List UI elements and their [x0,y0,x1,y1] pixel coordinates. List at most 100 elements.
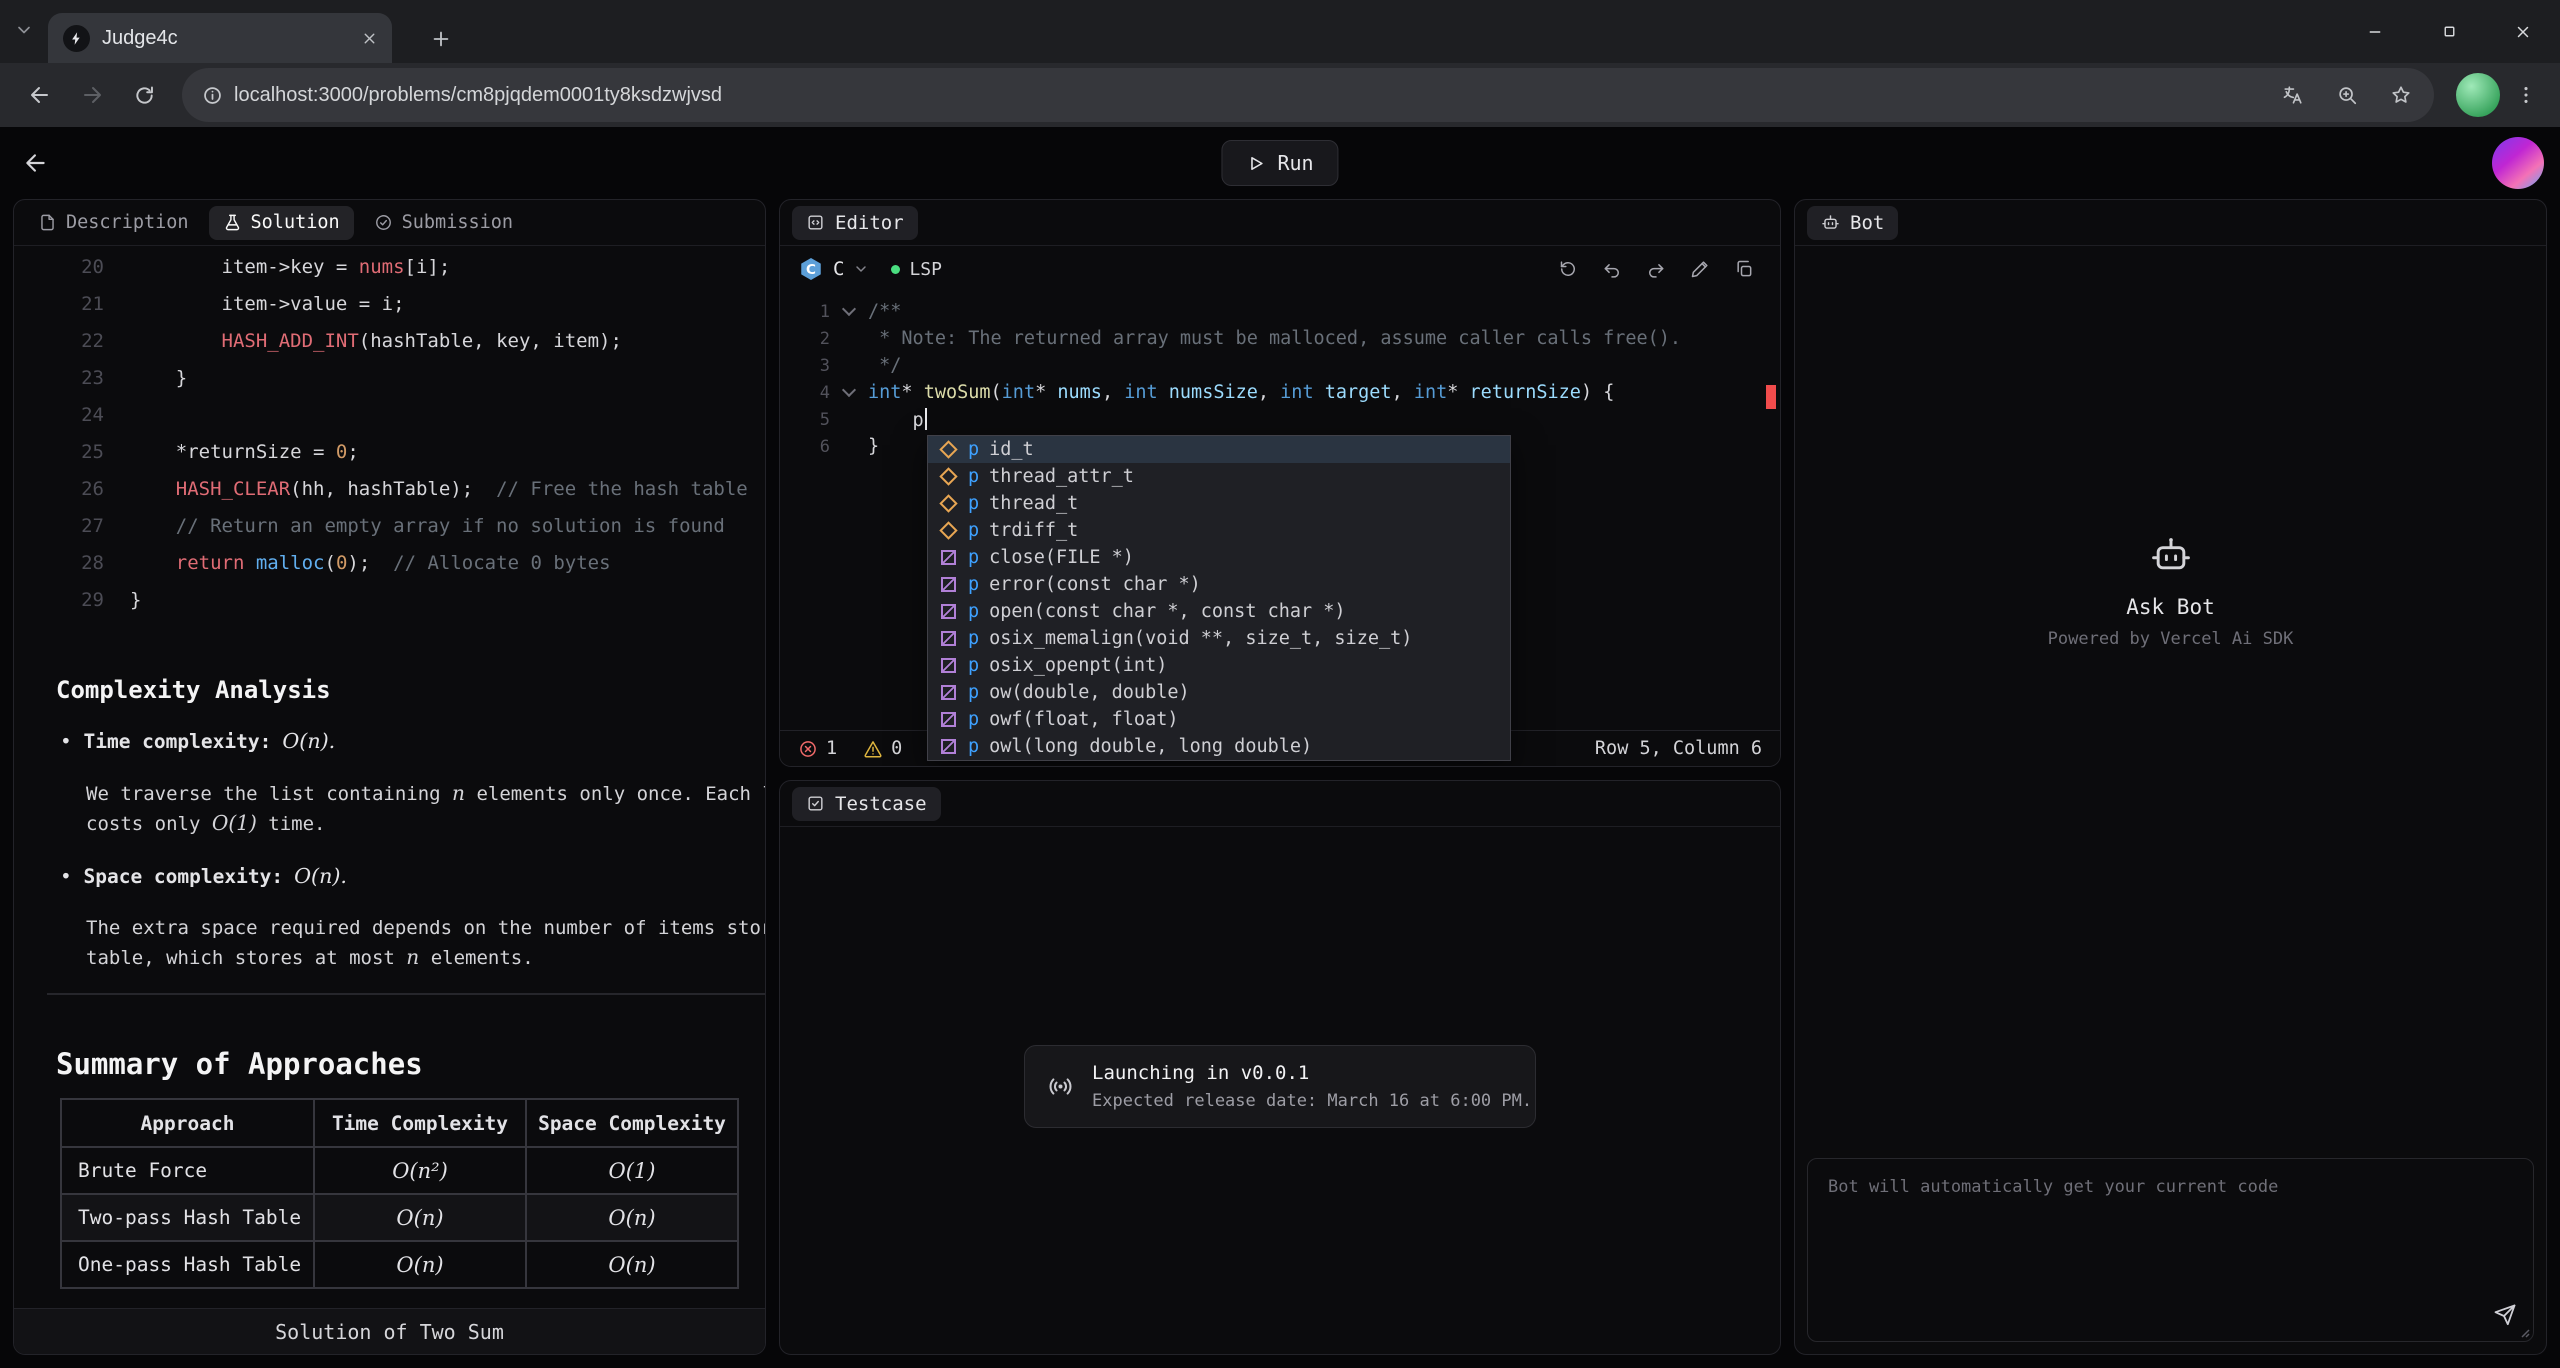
complexity-heading: Complexity Analysis [56,676,765,704]
solution-code-line: 24 [14,396,765,433]
browser-forward-button[interactable] [66,69,118,121]
circle-check-icon [374,213,393,232]
warning-count[interactable]: 0 [863,738,902,759]
new-tab-button[interactable] [424,22,458,56]
bot-large-icon [2149,533,2193,577]
browser-tab[interactable]: Judge4c [48,13,392,63]
error-icon [798,739,818,759]
completion-item[interactable]: posix_openpt(int) [928,652,1510,679]
code-editor-icon [806,213,825,232]
completion-item[interactable]: posix_memalign(void **, size_t, size_t) [928,625,1510,652]
panel-row: Description Solution Submission 20 item-… [0,199,2560,1355]
app-back-button[interactable] [14,141,58,185]
solution-code-line: 22 HASH_ADD_INT(hashTable, key, item); [14,322,765,359]
bot-empty-state: Ask Bot Powered by Vercel Ai SDK [1795,533,2546,649]
browser-toolbar: localhost:3000/problems/cm8pjqdem0001ty8… [0,63,2560,127]
run-label: Run [1277,151,1313,175]
language-selector[interactable]: C C [798,256,869,282]
tab-search-chevron-icon[interactable] [14,20,34,40]
url-text[interactable]: localhost:3000/problems/cm8pjqdem0001ty8… [234,84,722,107]
fold-chevron-icon[interactable] [830,309,868,314]
completion-item[interactable]: pid_t [928,436,1510,463]
site-favicon-icon [63,25,90,52]
editor-code-line[interactable]: 5 p [780,406,1780,433]
user-avatar[interactable] [2492,137,2544,189]
function-symbol-icon [938,710,958,730]
site-info-icon[interactable] [190,73,234,117]
tab-submission[interactable]: Submission [360,206,527,240]
error-count[interactable]: 1 [798,738,837,759]
completion-item[interactable]: ptrdiff_t [928,517,1510,544]
error-count-value: 1 [826,738,837,759]
editor-code-line[interactable]: 4int* twoSum(int* nums, int numsSize, in… [780,379,1780,406]
summary-table-row: Brute ForceO(n²)O(1) [61,1147,738,1194]
col-time-complexity: Time Complexity [314,1099,526,1147]
tab-description[interactable]: Description [24,206,203,240]
resize-grip-icon[interactable] [2517,1325,2531,1339]
send-button[interactable] [2493,1303,2517,1327]
testcase-body: Launching in v0.0.1 Expected release dat… [780,827,1780,1354]
completion-item[interactable]: powl(long double, long double) [928,733,1510,760]
toast-subtitle: Expected release date: March 16 at 6:00 … [1092,1091,1532,1111]
function-symbol-icon [938,575,958,595]
completion-item[interactable]: pclose(FILE *) [928,544,1510,571]
bot-message-input[interactable] [1808,1159,2533,1341]
translate-icon[interactable] [2272,74,2314,116]
undo-icon[interactable] [1594,252,1630,286]
window-controls [2338,0,2560,63]
tab-solution[interactable]: Solution [209,206,354,240]
bot-panel-header: Bot [1795,200,2546,246]
browser-profile-avatar[interactable] [2456,73,2500,117]
bot-input-container [1807,1158,2534,1342]
format-code-icon[interactable] [1682,252,1718,286]
browser-back-button[interactable] [14,69,66,121]
completion-item[interactable]: pow(double, double) [928,679,1510,706]
editor-code-line[interactable]: 1/** [780,298,1780,325]
summary-table-header-row: Approach Time Complexity Space Complexit… [61,1099,738,1147]
tab-close-icon[interactable] [361,30,378,47]
tab-label: Submission [402,212,513,233]
editor-code-line[interactable]: 2 * Note: The returned array must be mal… [780,325,1780,352]
solution-footer: Solution of Two Sum [14,1308,765,1354]
testcase-panel-tab[interactable]: Testcase [792,787,941,821]
completion-item[interactable]: pthread_t [928,490,1510,517]
address-bar[interactable]: localhost:3000/problems/cm8pjqdem0001ty8… [182,68,2434,122]
solution-content: 20 item->key = nums[i];21 item->value = … [14,246,765,1308]
fold-chevron-icon[interactable] [830,390,868,395]
browser-menu-icon[interactable] [2506,73,2546,117]
solution-panel: Description Solution Submission 20 item-… [13,199,766,1355]
solution-code-line: 25 *returnSize = 0; [14,433,765,470]
reset-code-icon[interactable] [1550,252,1586,286]
text-cursor [925,408,927,430]
copy-code-icon[interactable] [1726,252,1762,286]
window-maximize-button[interactable] [2412,0,2486,63]
bookmark-star-icon[interactable] [2380,74,2422,116]
redo-icon[interactable] [1638,252,1674,286]
language-label: C [833,258,844,280]
run-button[interactable]: Run [1221,140,1338,186]
window-minimize-button[interactable] [2338,0,2412,63]
broadcast-icon [1047,1073,1074,1100]
function-symbol-icon [938,683,958,703]
window-close-button[interactable] [2486,0,2560,63]
bot-panel-tab[interactable]: Bot [1807,206,1898,240]
time-complexity-value: O(n). [282,729,335,753]
editor-code-line[interactable]: 3 */ [780,352,1780,379]
search-lens-icon[interactable] [2326,74,2368,116]
play-icon [1246,154,1265,173]
completion-item[interactable]: powf(float, float) [928,706,1510,733]
completion-item[interactable]: popen(const char *, const char *) [928,598,1510,625]
autocomplete-popup[interactable]: pid_tpthread_attr_tpthread_tptrdiff_tpcl… [927,435,1511,761]
solution-code-line: 26 HASH_CLEAR(hh, hashTable); // Free th… [14,470,765,507]
browser-reload-button[interactable] [118,69,170,121]
editor-panel-tab[interactable]: Editor [792,206,918,240]
space-complexity-label: Space complexity: [83,865,283,888]
space-complexity-item: Space complexity:O(n). [60,864,765,888]
paper-plane-icon [2493,1303,2517,1327]
completion-item[interactable]: perror(const char *) [928,571,1510,598]
code-editor[interactable]: 1/**2 * Note: The returned array must be… [780,292,1780,730]
completion-item[interactable]: pthread_attr_t [928,463,1510,490]
bot-empty-title: Ask Bot [2126,595,2215,619]
time-complexity-item: Time complexity:O(n). [60,729,765,753]
function-symbol-icon [938,656,958,676]
